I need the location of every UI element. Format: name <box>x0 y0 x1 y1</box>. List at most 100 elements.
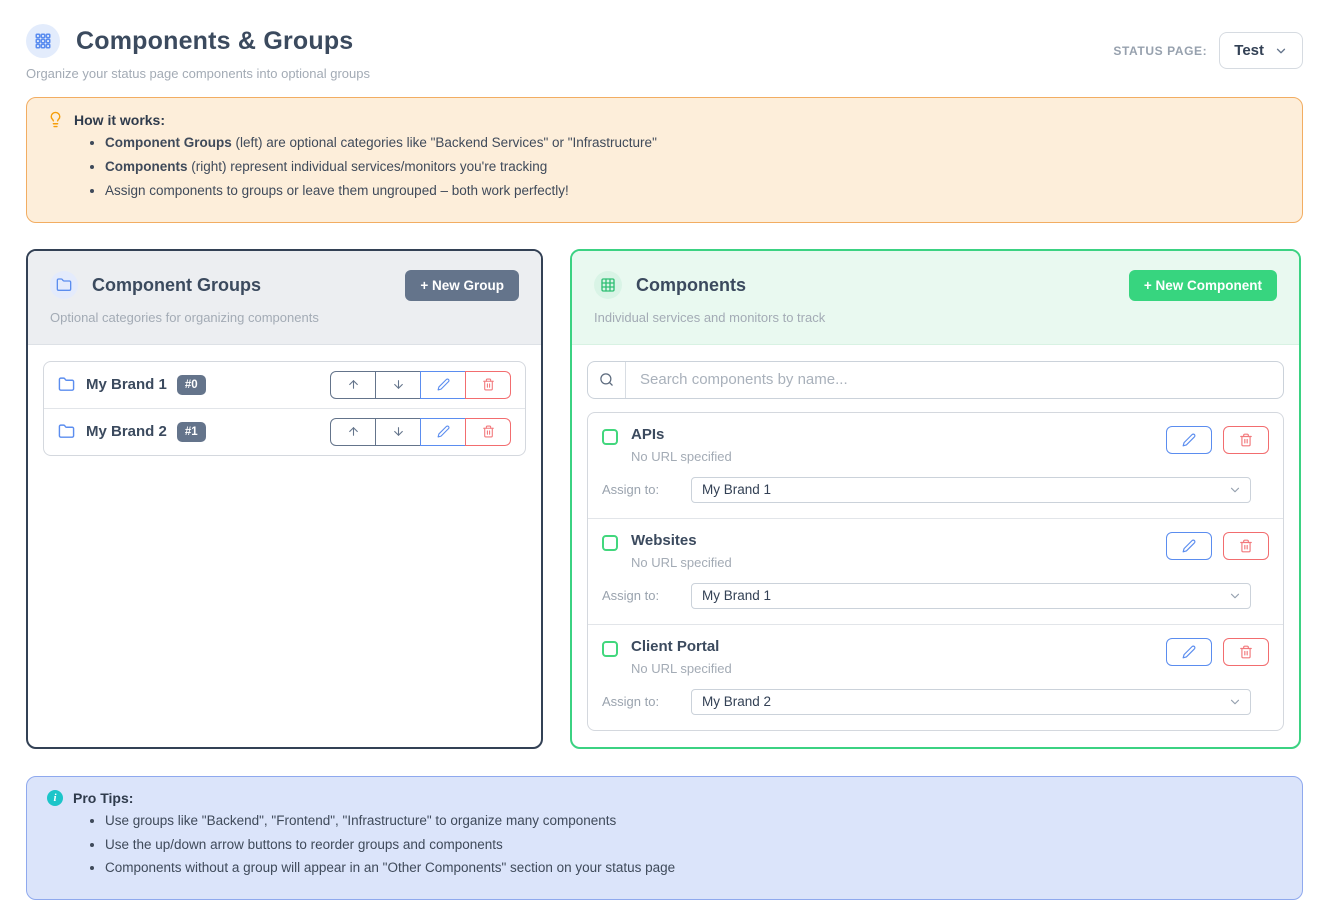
pro-tip-item: Use groups like "Backend", "Frontend", "… <box>105 812 1282 831</box>
move-down-button[interactable] <box>375 418 421 446</box>
components-panel-subtitle: Individual services and monitors to trac… <box>594 310 1277 325</box>
lightbulb-icon <box>47 111 64 128</box>
group-row: My Brand 1 #0 <box>44 362 525 408</box>
component-name: Client Portal <box>631 638 732 655</box>
assign-group-select[interactable]: My Brand 1 <box>691 477 1251 503</box>
pro-tip-item: Use the up/down arrow buttons to reorder… <box>105 836 1282 855</box>
assign-to-label: Assign to: <box>602 482 691 497</box>
move-down-button[interactable] <box>375 371 421 399</box>
components-groups-page: Components & Groups Organize your status… <box>0 0 1329 914</box>
edit-group-button[interactable] <box>420 371 466 399</box>
status-page-dropdown[interactable]: Test <box>1219 32 1303 69</box>
grid-icon <box>594 271 622 299</box>
component-url-status: No URL specified <box>631 449 732 464</box>
how-it-works-title: How it works: <box>74 112 165 128</box>
group-name: My Brand 1 <box>86 376 167 393</box>
delete-group-button[interactable] <box>465 418 511 446</box>
component-checkbox[interactable] <box>602 535 618 551</box>
pro-tips-list: Use groups like "Backend", "Frontend", "… <box>105 812 1282 879</box>
groups-panel-body: My Brand 1 #0 My Brand 2 <box>28 345 541 747</box>
page-header-left: Components & Groups Organize your status… <box>26 24 370 81</box>
component-row: APIs No URL specified Assign to: <box>588 413 1283 518</box>
component-list: APIs No URL specified Assign to: <box>587 412 1284 731</box>
groups-panel-title: Component Groups <box>92 275 261 296</box>
edit-group-button[interactable] <box>420 418 466 446</box>
group-list: My Brand 1 #0 My Brand 2 <box>43 361 526 456</box>
component-checkbox[interactable] <box>602 429 618 445</box>
page-header: Components & Groups Organize your status… <box>26 24 1303 81</box>
folder-icon <box>58 376 75 393</box>
group-actions <box>330 418 511 446</box>
edit-component-button[interactable] <box>1166 638 1212 666</box>
component-name: Websites <box>631 532 732 549</box>
edit-component-button[interactable] <box>1166 426 1212 454</box>
group-order-badge: #1 <box>177 422 206 442</box>
pencil-icon <box>437 378 450 391</box>
group-row: My Brand 2 #1 <box>44 408 525 455</box>
how-it-works-item: Components (right) represent individual … <box>105 158 1282 177</box>
trash-icon <box>1239 433 1253 447</box>
component-name: APIs <box>631 426 732 443</box>
assign-group-select[interactable]: My Brand 1 <box>691 583 1251 609</box>
search-icon <box>588 362 626 398</box>
panels-row: Component Groups + New Group Optional ca… <box>26 249 1303 749</box>
pro-tips-callout: i Pro Tips: Use groups like "Backend", "… <box>26 776 1303 901</box>
delete-component-button[interactable] <box>1223 532 1269 560</box>
component-actions <box>1166 426 1269 454</box>
pencil-icon <box>437 425 450 438</box>
pro-tips-title: Pro Tips: <box>73 790 133 806</box>
new-component-button[interactable]: + New Component <box>1129 270 1277 301</box>
pro-tip-item: Components without a group will appear i… <box>105 859 1282 878</box>
grid-dots-icon <box>26 24 60 58</box>
move-up-button[interactable] <box>330 371 376 399</box>
assign-group-select[interactable]: My Brand 2 <box>691 689 1251 715</box>
component-checkbox[interactable] <box>602 641 618 657</box>
component-actions <box>1166 532 1269 560</box>
move-up-button[interactable] <box>330 418 376 446</box>
search-input[interactable] <box>626 362 1283 398</box>
component-actions <box>1166 638 1269 666</box>
delete-component-button[interactable] <box>1223 426 1269 454</box>
how-it-works-item: Assign components to groups or leave the… <box>105 182 1282 201</box>
folder-icon <box>50 271 78 299</box>
pencil-icon <box>1182 539 1196 553</box>
group-order-badge: #0 <box>177 375 206 395</box>
bullet-text: (right) represent individual services/mo… <box>188 159 548 174</box>
group-actions <box>330 371 511 399</box>
trash-icon <box>1239 645 1253 659</box>
delete-component-button[interactable] <box>1223 638 1269 666</box>
info-icon: i <box>47 790 63 806</box>
components-panel-header: Components + New Component Individual se… <box>572 251 1299 345</box>
how-it-works-item: Component Groups (left) are optional cat… <box>105 134 1282 153</box>
status-page-picker: STATUS PAGE: Test <box>1113 32 1303 69</box>
bullet-bold: Components <box>105 159 188 174</box>
arrow-up-icon <box>347 378 360 391</box>
arrow-down-icon <box>392 378 405 391</box>
pencil-icon <box>1182 433 1196 447</box>
trash-icon <box>482 425 495 438</box>
components-panel: Components + New Component Individual se… <box>570 249 1301 749</box>
arrow-down-icon <box>392 425 405 438</box>
new-group-button[interactable]: + New Group <box>405 270 519 301</box>
trash-icon <box>1239 539 1253 553</box>
bullet-bold: Component Groups <box>105 135 232 150</box>
component-search <box>587 361 1284 399</box>
pencil-icon <box>1182 645 1196 659</box>
groups-panel-subtitle: Optional categories for organizing compo… <box>50 310 519 325</box>
component-url-status: No URL specified <box>631 661 732 676</box>
bullet-text: (left) are optional categories like "Bac… <box>232 135 657 150</box>
trash-icon <box>482 378 495 391</box>
status-page-value: Test <box>1234 42 1264 59</box>
component-row: Websites No URL specified Assign to: <box>588 518 1283 624</box>
page-subtitle: Organize your status page components int… <box>26 66 370 81</box>
assign-to-label: Assign to: <box>602 694 691 709</box>
page-title: Components & Groups <box>76 27 353 56</box>
component-groups-panel: Component Groups + New Group Optional ca… <box>26 249 543 749</box>
edit-component-button[interactable] <box>1166 532 1212 560</box>
arrow-up-icon <box>347 425 360 438</box>
how-it-works-list: Component Groups (left) are optional cat… <box>105 134 1282 201</box>
folder-icon <box>58 423 75 440</box>
delete-group-button[interactable] <box>465 371 511 399</box>
how-it-works-callout: How it works: Component Groups (left) ar… <box>26 97 1303 223</box>
bullet-text: Assign components to groups or leave the… <box>105 183 569 198</box>
